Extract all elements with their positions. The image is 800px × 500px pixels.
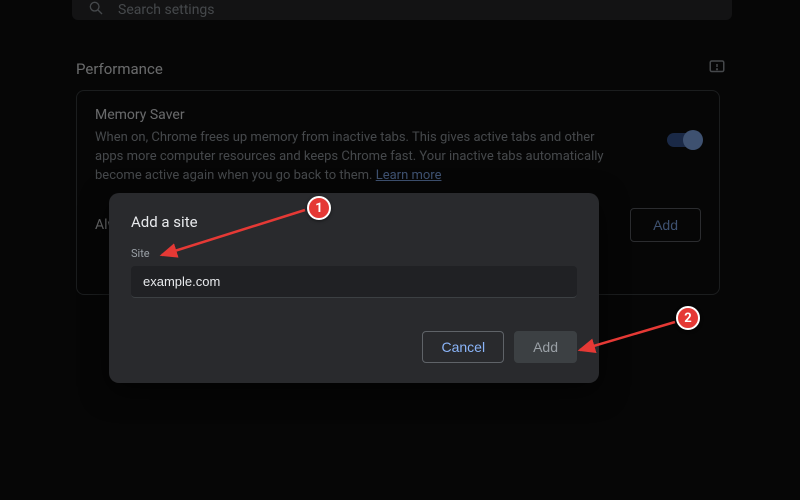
add-button[interactable]: Add <box>514 331 577 363</box>
site-url-input[interactable] <box>131 266 577 298</box>
cancel-button[interactable]: Cancel <box>422 331 504 363</box>
add-site-dialog: Add a site Site Cancel Add <box>109 193 599 383</box>
annotation-badge-1: 1 <box>307 196 331 220</box>
site-field-label: Site <box>131 247 577 260</box>
annotation-badge-2: 2 <box>676 306 700 330</box>
dialog-title: Add a site <box>131 213 577 231</box>
